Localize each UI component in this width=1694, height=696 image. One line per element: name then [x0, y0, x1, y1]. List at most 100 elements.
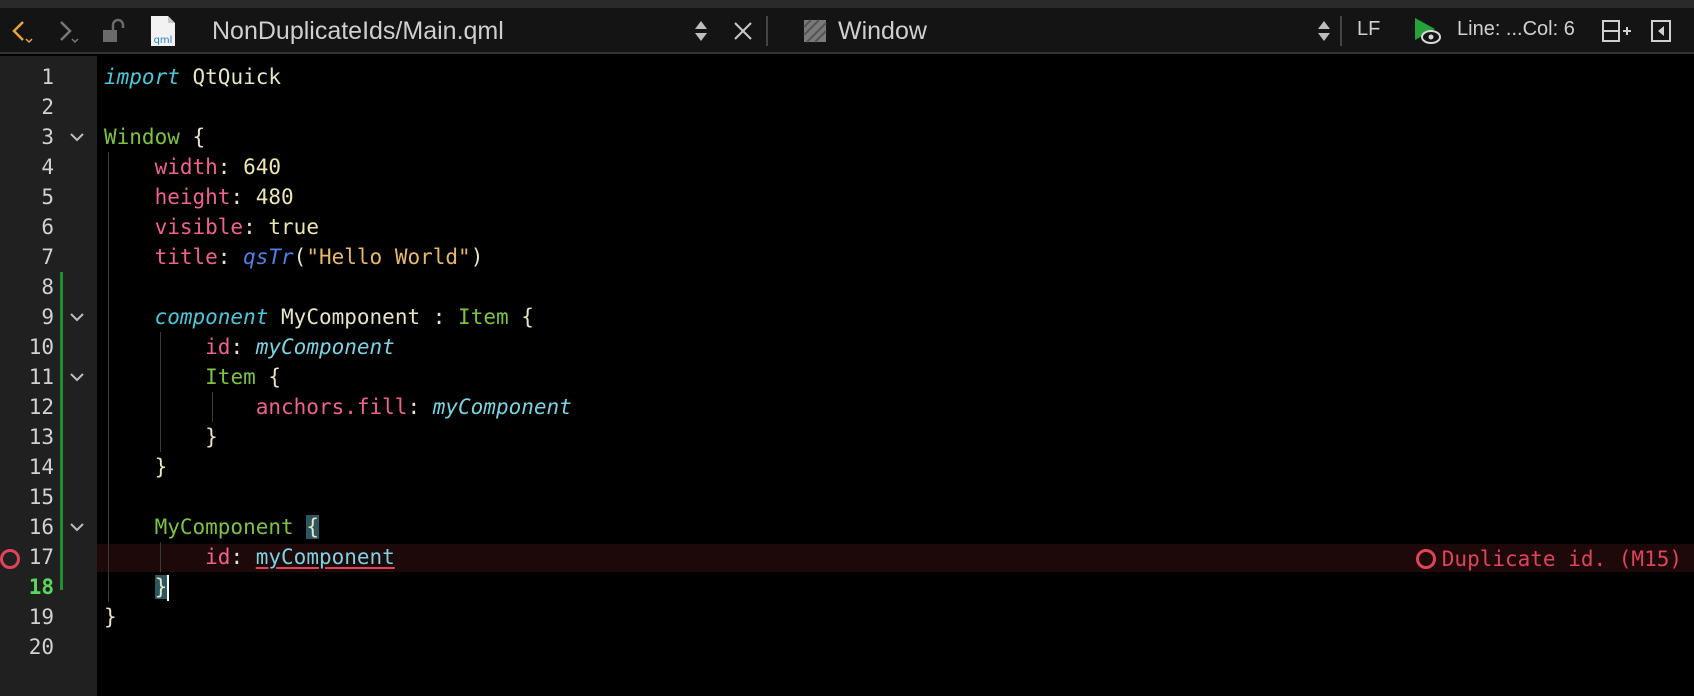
code-line: component MyComponent : Item { — [104, 302, 534, 332]
code-line: visible: true — [154, 215, 319, 239]
token: Item — [458, 305, 509, 329]
token: QtQuick — [192, 65, 282, 89]
token: height — [154, 185, 231, 209]
up-down-arrows-icon — [1318, 21, 1330, 41]
toolbar-separator — [1340, 16, 1342, 46]
chevron-down-icon — [70, 523, 84, 532]
token: 480 — [255, 185, 294, 209]
editor-toolbar: qml NonDuplicateIds/Main.qml Window LF L… — [0, 8, 1694, 54]
code-line: } — [104, 602, 117, 632]
line-number: 8 — [41, 275, 54, 299]
fold-toggle[interactable] — [69, 362, 85, 392]
line-number: 5 — [41, 185, 54, 209]
matched-brace: { — [306, 515, 319, 539]
token: myComponent — [255, 335, 395, 359]
token: id — [205, 335, 231, 359]
file-selector-stepper[interactable] — [690, 8, 712, 54]
token: true — [268, 215, 319, 239]
line-number: 19 — [28, 605, 54, 629]
qml-type-icon — [802, 8, 828, 54]
code-editor-area[interactable] — [97, 56, 1694, 696]
error-marker-icon[interactable] — [0, 549, 20, 569]
token: import — [104, 65, 180, 89]
chevron-down-icon — [70, 133, 84, 142]
line-number: 9 — [41, 305, 54, 329]
fold-toggle[interactable] — [69, 122, 85, 152]
chevron-right-icon — [60, 21, 79, 44]
inline-diagnostic[interactable]: Duplicate id. (M15) — [1415, 544, 1682, 574]
error-token: myComponent — [255, 545, 395, 569]
line-number: 20 — [28, 635, 54, 659]
token: myComponent — [432, 395, 572, 419]
token: 640 — [243, 155, 282, 179]
token: { — [508, 305, 534, 329]
code-line: Window { — [104, 122, 205, 152]
line-number: 6 — [41, 215, 54, 239]
split-view-icon — [1602, 20, 1631, 42]
token: "Hello World" — [306, 245, 471, 269]
code-line: title: qsTr("Hello World") — [154, 245, 484, 269]
window-top-strip — [0, 0, 1694, 8]
token: Window — [104, 125, 180, 149]
code-line: import QtQuick — [104, 62, 281, 92]
symbol-selector-stepper[interactable] — [1313, 8, 1335, 54]
unlock-icon — [103, 18, 125, 42]
fold-toggle[interactable] — [69, 512, 85, 542]
close-icon — [734, 22, 752, 40]
diagnostic-message: Duplicate id. (M15) — [1441, 547, 1682, 571]
token: { — [179, 125, 206, 149]
code-line: MyComponent { — [104, 512, 319, 542]
back-button[interactable] — [6, 8, 38, 54]
token: } — [104, 605, 117, 629]
token: title — [154, 245, 218, 269]
code-line: height: 480 — [154, 185, 294, 209]
chevron-down-icon — [70, 373, 84, 382]
file-path-label[interactable]: NonDuplicateIds/Main.qml — [212, 16, 504, 46]
token: component — [154, 305, 269, 329]
line-number: 13 — [28, 425, 54, 449]
line-number: 10 — [28, 335, 54, 359]
live-preview-button[interactable] — [1410, 8, 1444, 54]
code-line: width: 640 — [154, 155, 282, 179]
line-ending-selector[interactable]: LF — [1357, 18, 1380, 41]
token: Item — [205, 365, 256, 389]
text-cursor — [167, 575, 170, 601]
line-number: 16 — [28, 515, 54, 539]
forward-button[interactable] — [52, 8, 84, 54]
code-line: id: myComponent — [205, 335, 395, 359]
token: : — [420, 305, 459, 329]
code-line: anchors.fill: myComponent — [255, 395, 572, 419]
file-lock-button[interactable] — [98, 8, 128, 54]
split-editor-button[interactable] — [1600, 8, 1634, 54]
toggle-sidebar-button[interactable] — [1646, 8, 1676, 54]
line-number: 2 — [41, 95, 54, 119]
fold-toggle[interactable] — [69, 302, 85, 332]
token: anchors.fill — [255, 395, 408, 419]
chevron-left-icon — [12, 21, 33, 44]
token: MyComponent — [154, 515, 294, 539]
cursor-position-label[interactable]: Line: ...Col: 6 — [1457, 18, 1575, 41]
symbol-selector-label[interactable]: Window — [838, 16, 927, 46]
error-circle-icon — [1415, 549, 1436, 569]
code-line: } — [104, 452, 168, 482]
qml-file-icon: qml — [146, 8, 180, 54]
token: MyComponent — [281, 305, 421, 329]
code-line: } — [104, 422, 218, 452]
close-document-button[interactable] — [730, 8, 756, 54]
token: { — [255, 365, 282, 389]
code-line-current: } — [104, 572, 170, 602]
line-number: 14 — [28, 455, 54, 479]
current-line-number: 18 — [28, 575, 54, 599]
token: width — [154, 155, 218, 179]
matched-brace: } — [154, 575, 168, 599]
toolbar-separator — [766, 16, 768, 46]
line-number: 11 — [28, 365, 54, 389]
chevron-down-icon — [70, 313, 84, 322]
svg-text:qml: qml — [154, 35, 173, 46]
line-number: 12 — [28, 395, 54, 419]
up-down-arrows-icon — [695, 21, 707, 41]
token: } — [154, 455, 168, 479]
token: } — [205, 425, 218, 449]
code-line: Item { — [104, 362, 281, 392]
code-line: id: myComponent — [205, 545, 395, 569]
